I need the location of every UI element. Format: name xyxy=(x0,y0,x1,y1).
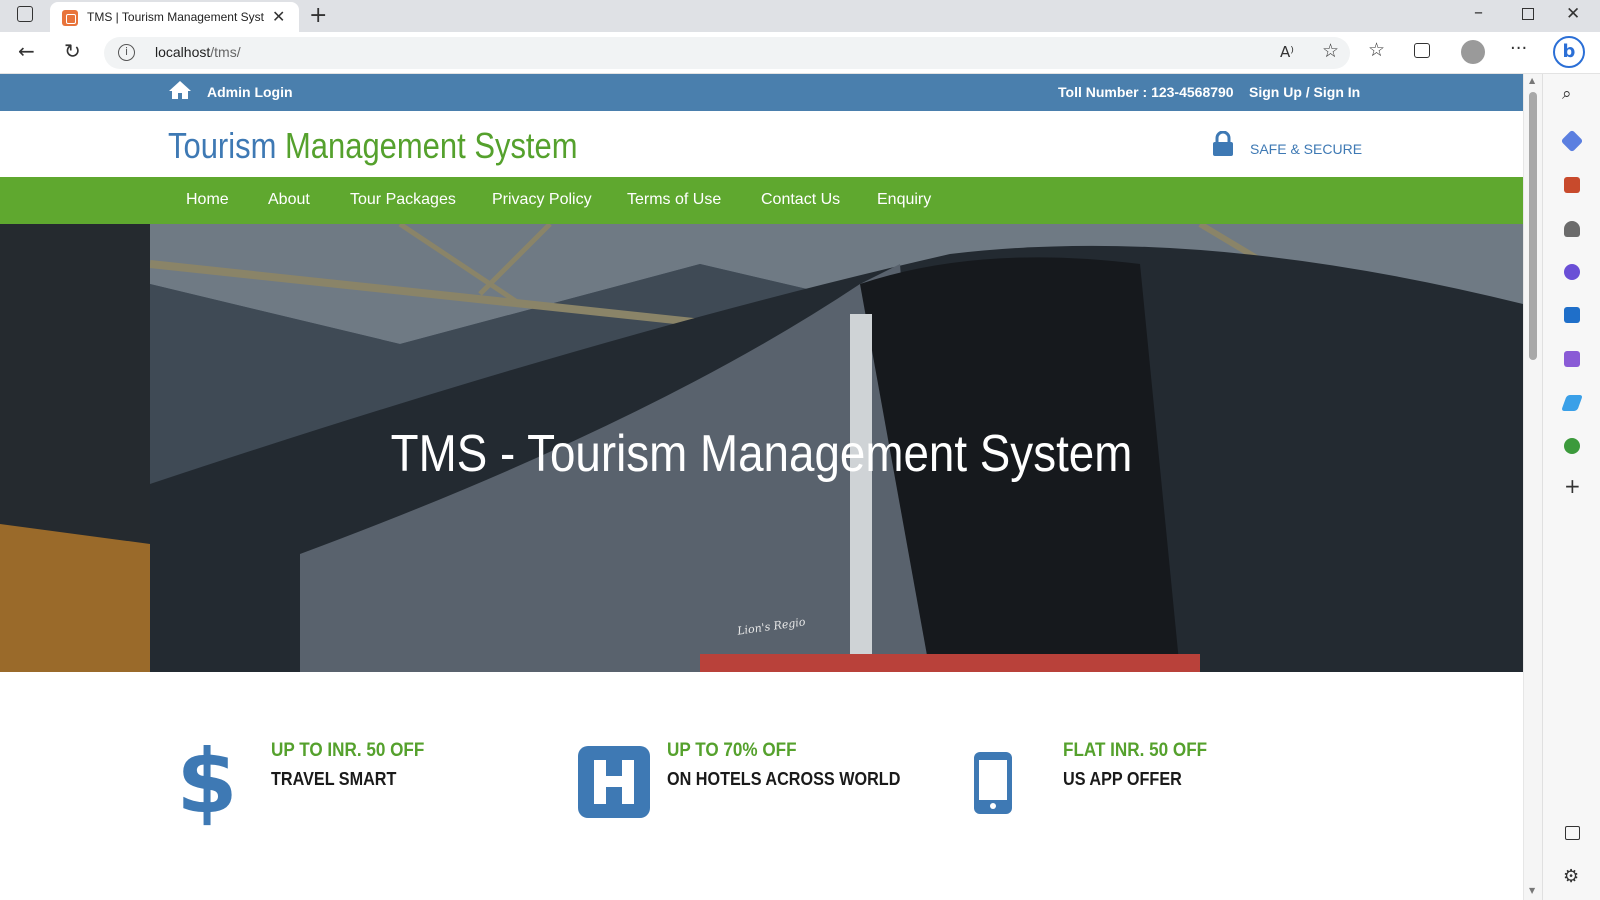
offer-3-title: FLAT INR. 50 OFF xyxy=(1063,740,1208,761)
offer-1-subtitle: TRAVEL SMART xyxy=(271,769,397,789)
browser-titlebar: TMS | Tourism Management Syst ✕ + – ✕ xyxy=(0,0,1600,32)
scroll-up-icon[interactable]: ▲ xyxy=(1529,76,1535,85)
sidebar-shopping-icon[interactable] xyxy=(1560,129,1584,153)
nav-tour-packages[interactable]: Tour Packages xyxy=(350,191,456,209)
profile-avatar-icon[interactable] xyxy=(1461,40,1485,64)
collections-icon[interactable] xyxy=(1414,43,1430,58)
offer-1-title: UP TO INR. 50 OFF xyxy=(271,740,425,761)
hero-title: TMS - Tourism Management System xyxy=(390,425,1133,483)
sidebar-search-icon[interactable]: ⌕ xyxy=(1562,84,1572,104)
new-tab-icon[interactable]: + xyxy=(309,3,327,28)
nav-terms-of-use[interactable]: Terms of Use xyxy=(627,191,721,209)
toll-number: Toll Number : 123-4568790 xyxy=(1058,84,1234,100)
sidebar-add-icon[interactable]: + xyxy=(1564,474,1581,498)
site-info-icon[interactable]: i xyxy=(118,44,135,61)
admin-login-link[interactable]: Admin Login xyxy=(207,84,293,100)
back-icon[interactable]: ← xyxy=(18,39,35,63)
more-menu-icon[interactable]: ··· xyxy=(1510,38,1527,59)
nav-about[interactable]: About xyxy=(268,191,310,209)
offers-section: $ UP TO INR. 50 OFF TRAVEL SMART UP TO 7… xyxy=(0,672,1523,900)
browser-toolbar: ← ↻ i localhost/tms/ A⁾ ☆ ☆ ··· b xyxy=(0,32,1600,74)
safe-secure-label: SAFE & SECURE xyxy=(1250,141,1363,157)
tab-close-icon[interactable]: ✕ xyxy=(272,7,285,26)
scroll-down-icon[interactable]: ▼ xyxy=(1529,886,1535,895)
address-bar[interactable]: i localhost/tms/ A⁾ ☆ xyxy=(104,37,1350,69)
offer-2-title: UP TO 70% OFF xyxy=(667,740,797,761)
sidebar-tree-icon[interactable] xyxy=(1564,438,1580,454)
site-header: Tourism Management System SAFE & SECURE xyxy=(0,111,1523,177)
sidebar-outlook-icon[interactable] xyxy=(1564,307,1580,323)
lock-icon xyxy=(1213,131,1233,156)
nav-privacy-policy[interactable]: Privacy Policy xyxy=(492,191,592,209)
home-icon[interactable] xyxy=(168,80,192,100)
site-favicon-icon xyxy=(62,10,78,26)
svg-text:$: $ xyxy=(182,738,232,828)
scrollbar-thumb[interactable] xyxy=(1529,92,1537,360)
hotel-icon xyxy=(578,746,650,818)
sidebar-settings-icon[interactable]: ⚙ xyxy=(1563,866,1579,887)
restore-icon[interactable] xyxy=(1522,8,1534,20)
offer-2-subtitle: ON HOTELS ACROSS WORLD xyxy=(667,769,901,789)
close-window-icon[interactable]: ✕ xyxy=(1566,4,1580,24)
tab-title: TMS | Tourism Management Syst xyxy=(87,10,264,24)
dollar-icon: $ xyxy=(182,738,232,828)
sidebar-games-icon[interactable] xyxy=(1564,221,1580,237)
browser-sidebar: ⌕ + ⚙ xyxy=(1542,74,1600,900)
sidebar-tools-icon[interactable] xyxy=(1564,177,1580,193)
sidebar-office-icon[interactable] xyxy=(1564,264,1580,280)
hero-banner: TMS - Tourism Management System Lion's R… xyxy=(0,224,1523,672)
read-aloud-icon[interactable]: A⁾ xyxy=(1280,43,1294,61)
sidebar-layout-icon[interactable] xyxy=(1565,826,1580,840)
mobile-icon xyxy=(974,752,1012,814)
url-text[interactable]: localhost/tms/ xyxy=(155,44,241,60)
nav-home[interactable]: Home xyxy=(186,191,229,209)
sidebar-send-icon[interactable] xyxy=(1561,395,1583,411)
refresh-icon[interactable]: ↻ xyxy=(64,39,81,63)
sidebar-designer-icon[interactable] xyxy=(1564,351,1580,367)
site-topbar: Admin Login Toll Number : 123-4568790 Si… xyxy=(0,74,1523,111)
minimize-icon[interactable]: – xyxy=(1474,2,1483,23)
page-scrollbar[interactable]: ▲ ▼ xyxy=(1523,74,1542,900)
add-favorite-icon[interactable]: ☆ xyxy=(1322,40,1339,62)
nav-contact-us[interactable]: Contact Us xyxy=(761,191,840,209)
favorites-icon[interactable]: ☆ xyxy=(1368,39,1385,61)
nav-enquiry[interactable]: Enquiry xyxy=(877,191,931,209)
browser-tab[interactable]: TMS | Tourism Management Syst ✕ xyxy=(50,2,299,32)
tab-actions-icon[interactable] xyxy=(17,6,33,22)
offer-3-subtitle: US APP OFFER xyxy=(1063,769,1182,789)
sign-up-sign-in-link[interactable]: Sign Up / Sign In xyxy=(1249,84,1360,100)
main-nav: Home About Tour Packages Privacy Policy … xyxy=(0,177,1523,224)
site-logo-text[interactable]: Tourism Management System xyxy=(168,125,578,167)
bing-copilot-icon[interactable]: b xyxy=(1553,36,1585,68)
web-page: Admin Login Toll Number : 123-4568790 Si… xyxy=(0,74,1523,900)
